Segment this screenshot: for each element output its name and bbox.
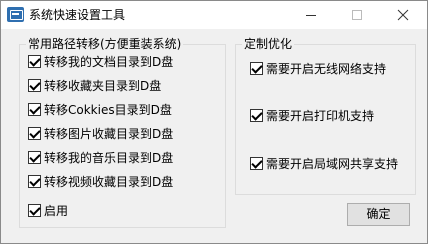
path-migration-group: 常用路径转移(方便重装系统) 转移我的文档目录到D盘 转移收藏夹目录到D盘 转移… (19, 36, 226, 228)
app-window: 系统快速设置工具 常用路径转移(方便重装系统) 转移我的文档目录到D盘 转移收藏… (0, 0, 428, 244)
window-title: 系统快速设置工具 (29, 8, 126, 22)
checkbox-label: 转移Cokkies目录到D盘 (44, 103, 172, 117)
checkbox-label: 转移收藏夹目录到D盘 (44, 79, 162, 93)
checkbox-label: 需要开启局域网共享支持 (266, 157, 399, 171)
checkbox-label: 转移我的文档目录到D盘 (44, 55, 174, 69)
maximize-button[interactable] (334, 1, 380, 29)
checkbox-checked-icon[interactable] (28, 103, 41, 116)
maximize-icon (352, 10, 362, 20)
checkbox-checked-icon[interactable] (250, 109, 263, 122)
ok-button[interactable]: 确定 (347, 203, 410, 226)
checkbox-checked-icon[interactable] (28, 127, 41, 140)
close-icon (397, 9, 409, 21)
checkbox-label: 需要开启打印机支持 (266, 109, 375, 123)
checkbox-label: 转移视频收藏目录到D盘 (44, 175, 174, 189)
checkbox-checked-icon[interactable] (28, 204, 41, 217)
checkbox-label: 需要开启无线网络支持 (266, 62, 387, 76)
checkbox-label: 转移我的音乐目录到D盘 (44, 151, 174, 165)
custom-optimization-group: 定制优化 需要开启无线网络支持 需要开启打印机支持 需要开启局域网共享支持 (235, 36, 416, 195)
minimize-button[interactable] (288, 1, 334, 29)
checkbox-checked-icon[interactable] (250, 62, 263, 75)
path-migration-legend: 常用路径转移(方便重装系统) (26, 36, 184, 52)
checkbox-label: 转移图片收藏目录到D盘 (44, 127, 174, 141)
checkbox-checked-icon[interactable] (28, 55, 41, 68)
checkbox-label: 启用 (44, 204, 69, 218)
app-settings-icon (7, 7, 24, 22)
checkbox-checked-icon[interactable] (250, 157, 263, 170)
checkbox-checked-icon[interactable] (28, 79, 41, 92)
checkbox-checked-icon[interactable] (28, 151, 41, 164)
custom-optimization-legend: 定制优化 (242, 36, 295, 52)
minimize-icon (306, 15, 316, 16)
checkbox-checked-icon[interactable] (28, 175, 41, 188)
title-bar[interactable]: 系统快速设置工具 (1, 1, 427, 29)
close-button[interactable] (380, 1, 426, 29)
